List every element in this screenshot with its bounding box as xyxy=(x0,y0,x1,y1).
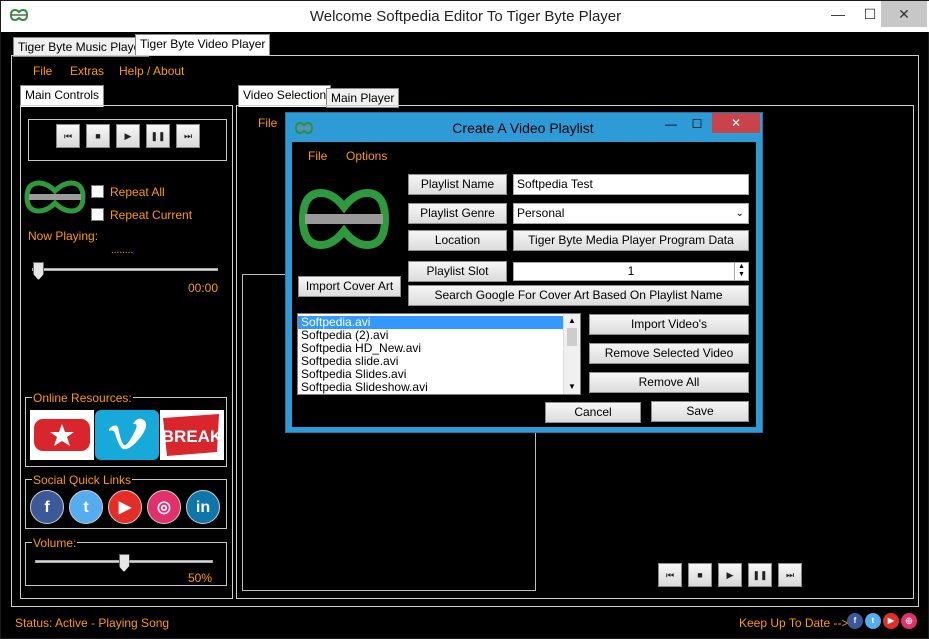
video-play-button[interactable]: ▶ xyxy=(718,563,742,587)
position-slider-track[interactable] xyxy=(32,268,218,271)
stop-button[interactable]: ■ xyxy=(86,124,110,148)
now-playing-label: Now Playing: xyxy=(28,229,99,243)
playlist-slot-button[interactable]: Playlist Slot xyxy=(408,261,507,282)
video-next-button[interactable]: ⏭ xyxy=(778,563,802,587)
dialog-menu-options[interactable]: Options xyxy=(346,149,387,163)
dialog-maximize-button[interactable]: ☐ xyxy=(684,113,710,135)
create-playlist-dialog: Create A Video Playlist — ☐ ✕ File Optio… xyxy=(285,112,763,433)
now-playing-value: ........ xyxy=(111,245,134,256)
youtube-icon[interactable]: ▶ xyxy=(883,613,899,629)
volume-label: Volume: xyxy=(32,536,78,550)
youtube-icon[interactable]: ▶ xyxy=(108,490,142,524)
save-button[interactable]: Save xyxy=(651,401,749,422)
title-bar: Welcome Softpedia Editor To Tiger Byte P… xyxy=(1,1,929,32)
menu-help-about[interactable]: Help / About xyxy=(119,64,184,78)
video-stop-button[interactable]: ■ xyxy=(688,563,712,587)
tiger-byte-logo-icon xyxy=(23,179,87,218)
facebook-icon[interactable]: f xyxy=(30,490,64,524)
playlist-slot-value: 1 xyxy=(627,264,635,278)
youtube-star-icon[interactable] xyxy=(30,410,94,460)
search-google-cover-art-button[interactable]: Search Google For Cover Art Based On Pla… xyxy=(408,285,749,306)
list-item[interactable]: Softpedia Slideshow.avi xyxy=(298,381,564,394)
chevron-down-icon: ⌄ xyxy=(735,208,744,219)
import-cover-art-button[interactable]: Import Cover Art xyxy=(298,276,401,297)
remove-all-button[interactable]: Remove All xyxy=(589,372,749,393)
list-scrollbar[interactable]: ▲ ▼ xyxy=(563,314,580,394)
stepper-arrows-icon[interactable]: ▲ ▼ xyxy=(734,263,748,280)
cancel-button[interactable]: Cancel xyxy=(545,402,641,423)
playlist-genre-button[interactable]: Playlist Genre xyxy=(408,203,507,224)
main-window: Welcome Softpedia Editor To Tiger Byte P… xyxy=(0,0,929,639)
play-button[interactable]: ▶ xyxy=(116,124,140,148)
dialog-close-button[interactable]: ✕ xyxy=(712,113,760,133)
position-time: 00:00 xyxy=(188,281,219,295)
dialog-menu-file[interactable]: File xyxy=(308,149,327,163)
previous-button[interactable]: ⏮ xyxy=(56,124,80,148)
twitter-icon[interactable]: t xyxy=(69,490,103,524)
instagram-icon[interactable]: ◎ xyxy=(147,490,181,524)
repeat-current-label: Repeat Current xyxy=(110,208,193,222)
repeat-current-checkbox[interactable] xyxy=(91,208,104,221)
repeat-all-checkbox[interactable] xyxy=(91,185,104,198)
import-videos-button[interactable]: Import Video's xyxy=(589,314,749,335)
tab-video-player[interactable]: Tiger Byte Video Player xyxy=(135,34,271,56)
cover-art-image xyxy=(297,187,391,254)
vimeo-icon[interactable] xyxy=(95,410,159,460)
break-text: BREAK xyxy=(162,427,223,446)
break-icon[interactable]: BREAK xyxy=(160,410,224,460)
video-previous-button[interactable]: ⏮ xyxy=(658,563,682,587)
linkedin-icon[interactable]: in xyxy=(186,490,220,524)
playlist-name-button[interactable]: Playlist Name xyxy=(408,174,507,195)
tab-video-selection[interactable]: Video Selection xyxy=(238,85,332,107)
status-text: Status: Active - Playing Song xyxy=(15,616,170,630)
left-transport-group: ⏮ ■ ▶ ❚❚ ⏭ xyxy=(28,119,227,161)
social-links-label: Social Quick Links xyxy=(32,473,133,487)
playlist-name-input[interactable]: Softpedia Test xyxy=(513,174,749,195)
playlist-slot-stepper[interactable]: 1 ▲ ▼ xyxy=(513,262,749,281)
twitter-icon[interactable]: t xyxy=(865,613,881,629)
video-pause-button[interactable]: ❚❚ xyxy=(748,563,772,587)
pause-button[interactable]: ❚❚ xyxy=(146,124,170,148)
tab-music-player[interactable]: Tiger Byte Music Player xyxy=(13,37,150,57)
scroll-thumb[interactable] xyxy=(567,328,577,346)
dialog-minimize-button[interactable]: — xyxy=(658,113,684,135)
tab-main-controls[interactable]: Main Controls xyxy=(20,85,105,107)
repeat-all-label: Repeat All xyxy=(110,185,165,199)
scroll-up-icon[interactable]: ▲ xyxy=(564,314,580,328)
playlist-genre-value: Personal xyxy=(517,206,565,220)
dialog-body: File Options Playlist Name Softpedia Tes… xyxy=(292,142,756,427)
remove-selected-video-button[interactable]: Remove Selected Video xyxy=(589,343,749,364)
facebook-icon[interactable]: f xyxy=(847,613,863,629)
window-title: Welcome Softpedia Editor To Tiger Byte P… xyxy=(309,8,622,25)
location-button[interactable]: Location xyxy=(408,230,507,251)
next-button[interactable]: ⏭ xyxy=(176,124,200,148)
video-menu-file[interactable]: File xyxy=(258,116,277,130)
volume-value: 50% xyxy=(188,571,213,585)
location-value-button[interactable]: Tiger Byte Media Player Program Data xyxy=(513,230,749,251)
instagram-icon[interactable]: ◎ xyxy=(901,613,917,629)
video-file-list[interactable]: Softpedia.avi Softpedia (2).avi Softpedia … xyxy=(297,313,581,395)
close-button[interactable]: ✕ xyxy=(881,1,927,27)
scroll-down-icon[interactable]: ▼ xyxy=(564,380,580,394)
minimize-button[interactable]: — xyxy=(821,1,855,27)
playlist-genre-select[interactable]: Personal ⌄ xyxy=(513,203,749,224)
keep-up-to-date-label: Keep Up To Date --> xyxy=(739,616,849,630)
menu-file[interactable]: File xyxy=(33,64,52,78)
menu-extras[interactable]: Extras xyxy=(70,64,104,78)
online-resources-label: Online Resources: xyxy=(32,391,133,405)
video-transport-group: ⏮ ■ ▶ ❚❚ ⏭ xyxy=(656,561,807,591)
